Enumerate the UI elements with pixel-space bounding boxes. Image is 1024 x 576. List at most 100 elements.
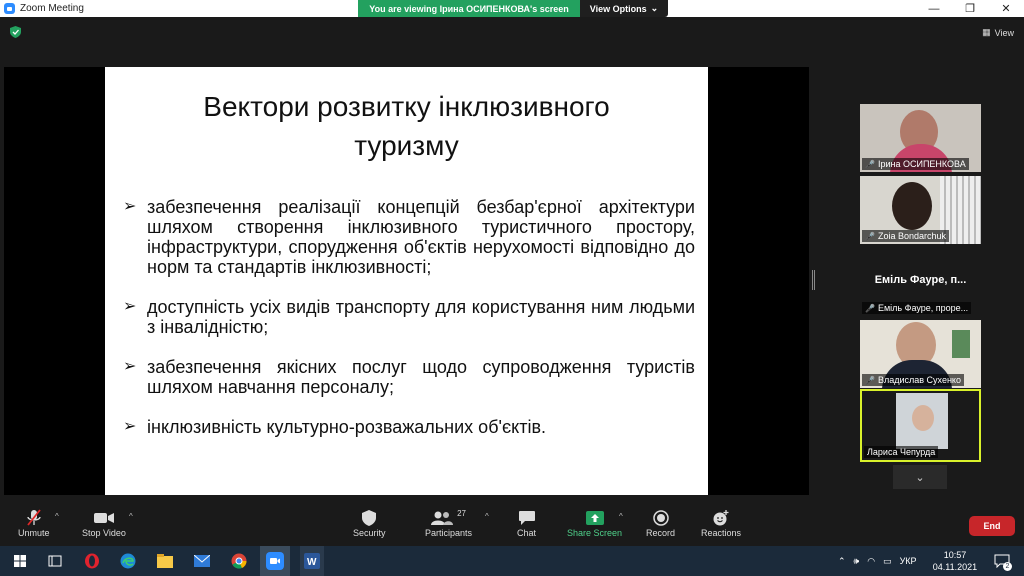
zoom-taskbar-icon[interactable] bbox=[260, 546, 290, 576]
reactions-button[interactable]: Reactions bbox=[701, 508, 741, 538]
edge-icon[interactable] bbox=[118, 551, 138, 571]
view-label: View bbox=[994, 27, 1014, 38]
participants-icon bbox=[431, 511, 454, 525]
chevron-up-icon[interactable]: ⌃ bbox=[838, 556, 846, 567]
encryption-shield-icon[interactable] bbox=[10, 26, 21, 38]
slide-title: Вектори розвитку інклюзивного туризму bbox=[105, 87, 708, 165]
participant-video bbox=[896, 393, 948, 449]
participant-big-name: Еміль Фауре, п... bbox=[874, 274, 967, 286]
mic-muted-icon: 🎤 bbox=[865, 303, 875, 313]
taskbar-clock[interactable]: 10:57 04.11.2021 bbox=[930, 549, 980, 573]
minimize-button[interactable]: — bbox=[916, 0, 952, 17]
video-tile[interactable]: 🎤 Zoia Bondarchuk bbox=[860, 176, 981, 244]
bullet-text: забезпечення реалізації концепцій безбар… bbox=[147, 197, 695, 277]
clock-time: 10:57 bbox=[943, 550, 967, 560]
system-tray: ⌃ 🕪 ◠ ▭ УКР bbox=[838, 546, 917, 576]
bullet-text: інклюзивність культурно-розважальних об'… bbox=[147, 417, 547, 437]
audio-options-caret[interactable]: ^ bbox=[55, 512, 59, 521]
share-screen-icon bbox=[585, 511, 604, 525]
viewing-banner: You are viewing Ірина ОСИПЕНКОВА's scree… bbox=[358, 0, 580, 17]
wifi-icon[interactable]: ◠ bbox=[867, 556, 875, 567]
record-label: Record bbox=[646, 528, 676, 538]
end-meeting-button[interactable]: End bbox=[969, 516, 1015, 536]
share-screen-label: Share Screen bbox=[567, 528, 623, 538]
slide-title-line2: туризму bbox=[354, 130, 459, 161]
battery-icon[interactable]: ▭ bbox=[883, 556, 892, 567]
participants-button[interactable]: 27 Participants bbox=[425, 508, 473, 539]
view-options-label: View Options bbox=[589, 3, 647, 14]
slide-bullet: ➢ інклюзивність культурно-розважальних о… bbox=[123, 417, 695, 437]
volume-icon[interactable]: 🕪 bbox=[854, 556, 860, 567]
task-view-icon[interactable] bbox=[45, 551, 65, 571]
restore-button[interactable]: ❐ bbox=[952, 0, 988, 17]
participant-name: 🎤 Еміль Фауре, проре... bbox=[862, 302, 972, 314]
word-icon[interactable]: W bbox=[300, 546, 324, 576]
video-tile[interactable]: Еміль Фауре, п... 🎤 Еміль Фауре, проре... bbox=[860, 248, 981, 316]
mail-icon[interactable] bbox=[192, 551, 212, 571]
window-title: Zoom Meeting bbox=[20, 3, 84, 14]
participant-name: 🎤 Zoia Bondarchuk bbox=[862, 230, 950, 242]
chrome-icon[interactable] bbox=[229, 551, 249, 571]
unmute-label: Unmute bbox=[18, 528, 50, 538]
slide-bullet: ➢ забезпечення реалізації концепцій безб… bbox=[123, 197, 695, 277]
view-layout-button[interactable]: ▦ View bbox=[982, 27, 1014, 38]
slide-bullet: ➢ доступність усіх видів транспорту для … bbox=[123, 297, 695, 337]
notification-center-icon[interactable]: 2 bbox=[992, 551, 1012, 571]
chat-icon bbox=[518, 511, 535, 525]
arrow-bullet-icon: ➢ bbox=[123, 198, 137, 215]
participant-video bbox=[892, 182, 932, 230]
clock-date: 04.11.2021 bbox=[932, 562, 978, 572]
presentation-slide: Вектори розвитку інклюзивного туризму ➢ … bbox=[105, 67, 708, 495]
participants-options-caret[interactable]: ^ bbox=[485, 512, 489, 521]
zoom-app-icon bbox=[4, 3, 15, 14]
grid-icon: ▦ bbox=[982, 27, 991, 37]
scroll-down-button[interactable]: ⌄ bbox=[893, 465, 947, 489]
participant-name: 🎤 Владислав Сухенко bbox=[862, 374, 964, 386]
svg-text:W: W bbox=[307, 557, 317, 568]
background-picture bbox=[952, 330, 970, 358]
share-options-caret[interactable]: ^ bbox=[619, 512, 623, 521]
chat-label: Chat bbox=[517, 528, 537, 538]
slide-bullets: ➢ забезпечення реалізації концепцій безб… bbox=[123, 197, 695, 457]
video-camera-icon bbox=[93, 513, 114, 523]
slide-bullet: ➢ забезпечення якісних послуг щодо супро… bbox=[123, 357, 695, 397]
participant-name: Лариса Чепурда bbox=[864, 446, 939, 458]
window-controls: — ❐ ✕ bbox=[916, 0, 1024, 17]
mic-muted-icon bbox=[27, 509, 41, 526]
close-button[interactable]: ✕ bbox=[988, 0, 1024, 17]
shield-icon bbox=[362, 510, 377, 526]
video-options-caret[interactable]: ^ bbox=[129, 512, 133, 521]
bullet-text: забезпечення якісних послуг щодо супрово… bbox=[147, 357, 695, 397]
chevron-down-icon: ⌄ bbox=[650, 3, 659, 13]
security-button[interactable]: Security bbox=[353, 508, 386, 538]
arrow-bullet-icon: ➢ bbox=[123, 418, 137, 435]
video-tile[interactable]: 🎤 Владислав Сухенко bbox=[860, 320, 981, 388]
record-icon bbox=[652, 510, 669, 526]
video-tile-active-speaker[interactable]: Лариса Чепурда bbox=[860, 389, 981, 462]
meeting-toolbar: Unmute ^ Stop Video ^ Security 27 Partic… bbox=[0, 500, 1024, 546]
record-button[interactable]: Record bbox=[646, 508, 675, 538]
stop-video-button[interactable]: Stop Video bbox=[82, 508, 126, 538]
slide-title-line1: Вектори розвитку інклюзивного bbox=[203, 91, 610, 122]
notification-badge: 2 bbox=[1003, 562, 1012, 571]
smiley-icon bbox=[713, 510, 729, 526]
security-label: Security bbox=[353, 528, 386, 538]
panel-splitter[interactable] bbox=[812, 270, 815, 290]
input-language[interactable]: УКР bbox=[900, 556, 917, 566]
windows-taskbar: W ⌃ 🕪 ◠ ▭ УКР 10:57 04.11.2021 2 bbox=[0, 546, 1024, 576]
opera-icon[interactable] bbox=[82, 551, 102, 571]
chevron-down-icon: ⌄ bbox=[915, 471, 925, 484]
share-screen-button[interactable]: Share Screen bbox=[567, 508, 622, 538]
windows-start-icon[interactable] bbox=[10, 551, 30, 571]
mic-muted-icon: 🎤 bbox=[865, 231, 875, 241]
reactions-label: Reactions bbox=[701, 528, 742, 538]
video-tile[interactable]: 🎤 Ірина ОСИПЕНКОВА bbox=[860, 104, 981, 172]
participants-label: Participants bbox=[425, 528, 473, 538]
unmute-button[interactable]: Unmute bbox=[18, 508, 50, 538]
chat-button[interactable]: Chat bbox=[517, 508, 536, 538]
arrow-bullet-icon: ➢ bbox=[123, 298, 137, 315]
view-options-button[interactable]: View Options ⌄ bbox=[580, 0, 668, 17]
file-explorer-icon[interactable] bbox=[155, 551, 175, 571]
mic-muted-icon: 🎤 bbox=[865, 159, 875, 169]
arrow-bullet-icon: ➢ bbox=[123, 358, 137, 375]
